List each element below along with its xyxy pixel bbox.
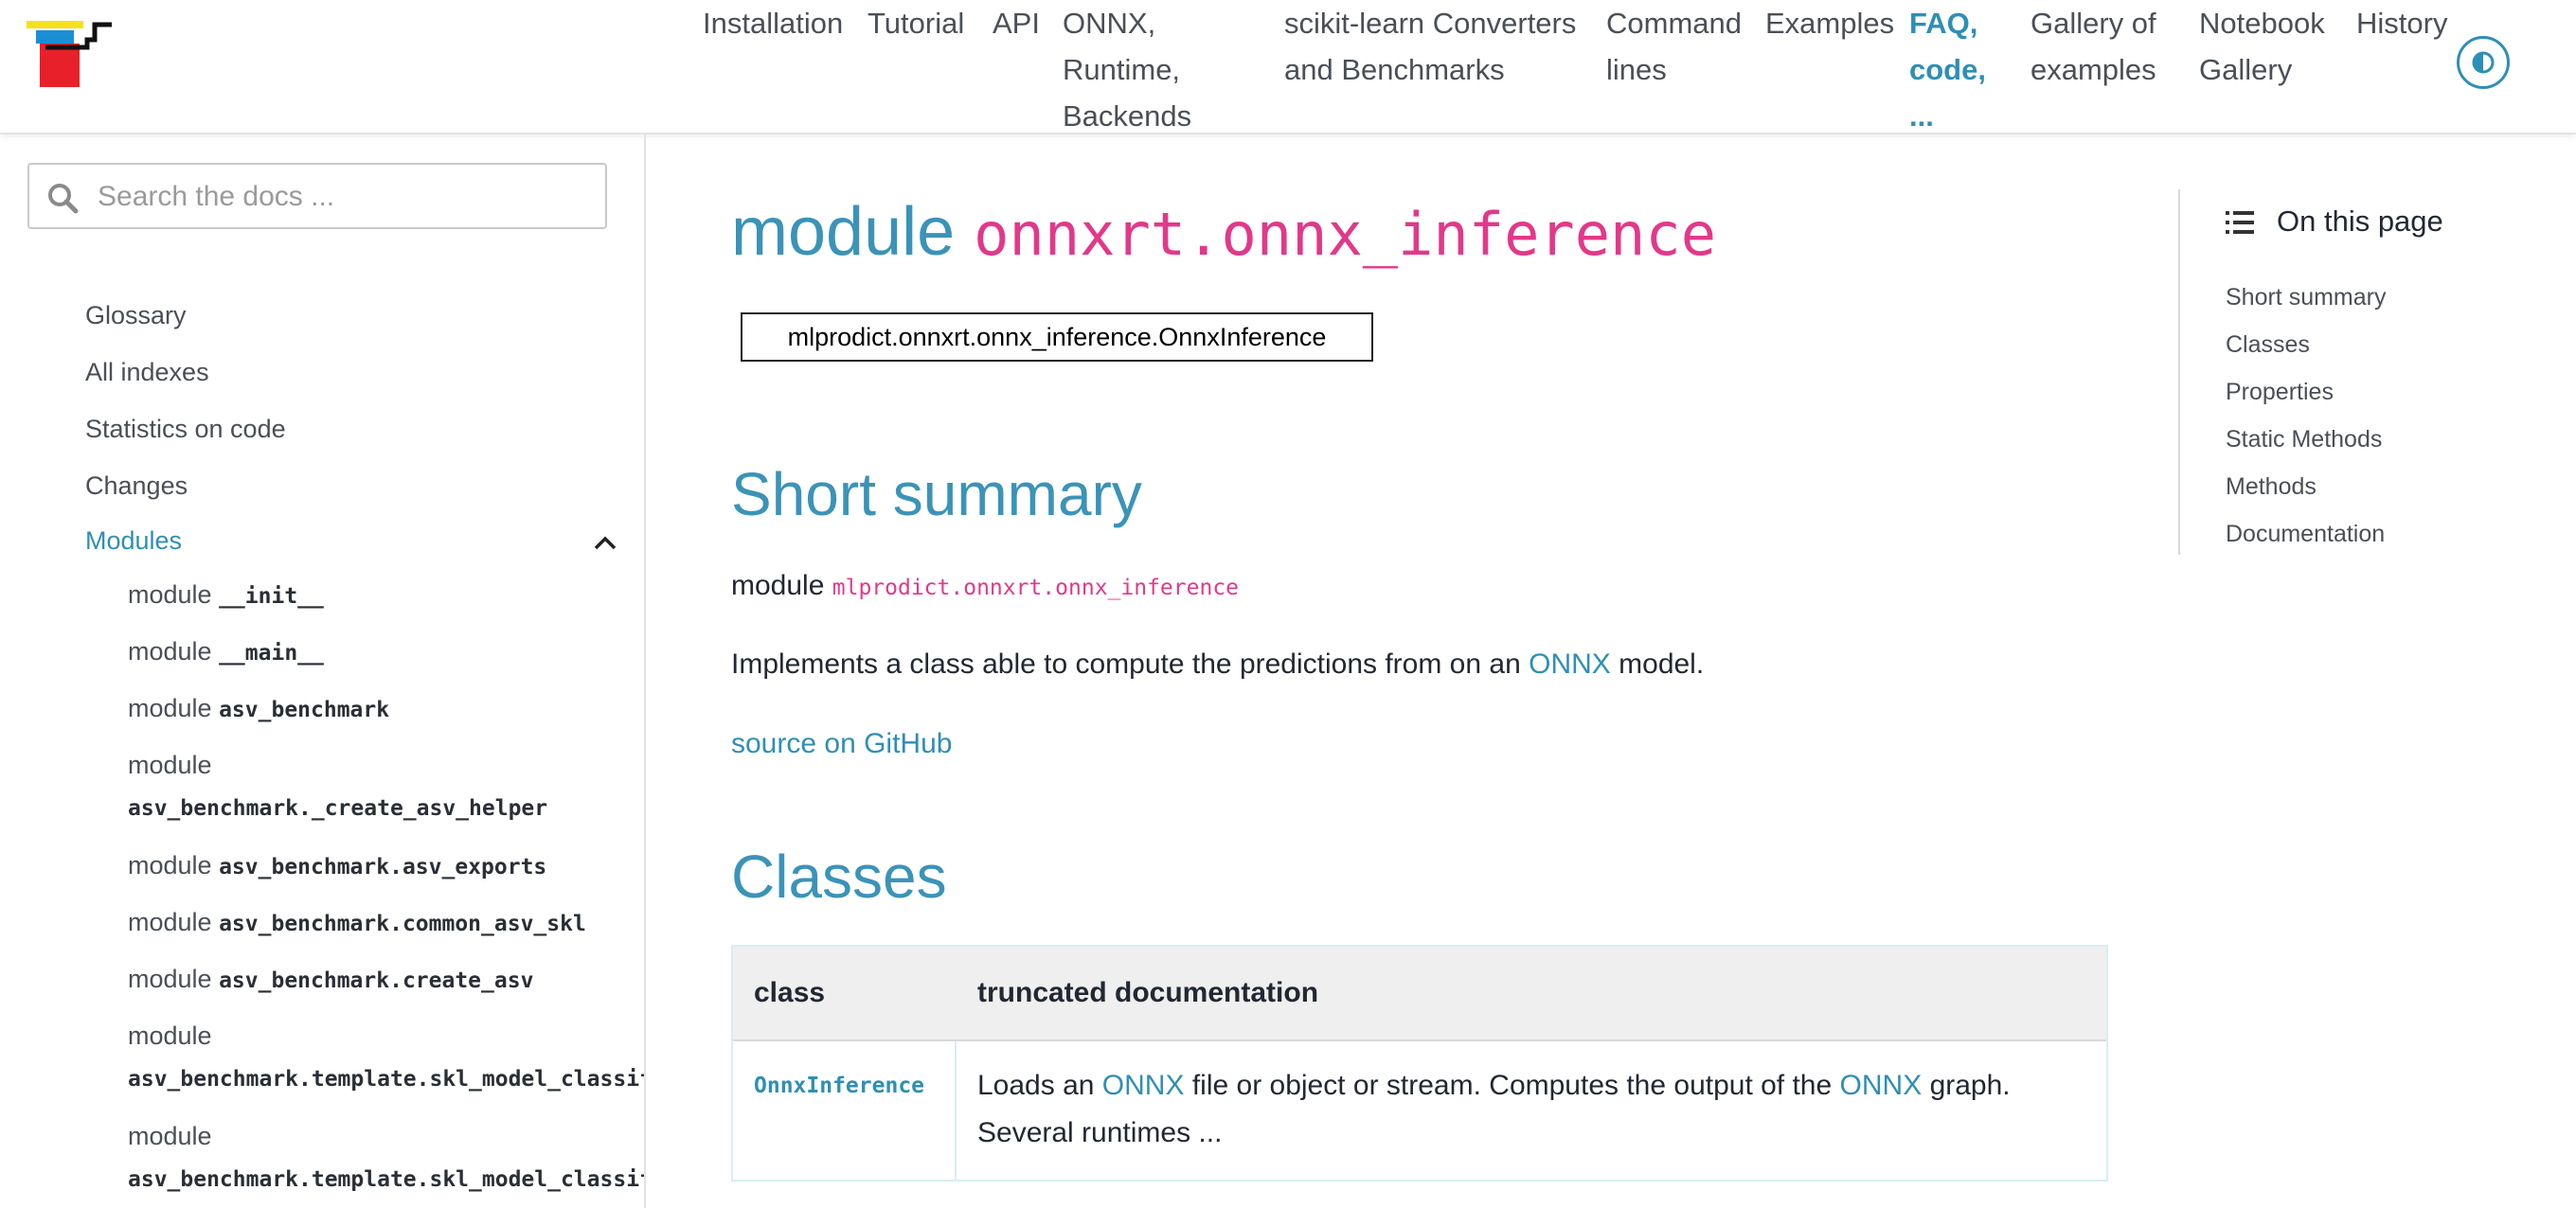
chevron-up-icon[interactable] xyxy=(593,534,617,551)
sidebar-module-item[interactable]: module asv_benchmark.template.skl_model_c… xyxy=(128,1115,644,1200)
sidebar-module-item[interactable]: module __main__ xyxy=(128,631,324,674)
source-on-github-link[interactable]: source on GitHub xyxy=(731,723,952,765)
sidebar-module-item[interactable]: module asv_benchmark.create_asv xyxy=(128,958,533,1002)
toc-item-classes[interactable]: Classes xyxy=(2226,331,2310,359)
classes-table: class truncated documentation OnnxInfere… xyxy=(731,945,2108,1181)
column-header-class: class xyxy=(754,977,826,1008)
nav-faq-code[interactable]: FAQ, code, ... xyxy=(1909,0,1986,139)
nav-history[interactable]: History xyxy=(2356,0,2460,46)
sidebar-module-item[interactable]: module asv_benchmark.template.skl_model_c… xyxy=(128,1015,644,1100)
nav-command-lines[interactable]: Command lines xyxy=(1606,0,1758,93)
toc-item-short-summary[interactable]: Short summary xyxy=(2226,284,2386,311)
nav-sklearn-converters[interactable]: scikit-learn Converters and Benchmarks xyxy=(1284,0,1587,93)
onnx-link[interactable]: ONNX xyxy=(1840,1070,1923,1101)
toc-item-documentation[interactable]: Documentation xyxy=(2226,521,2385,548)
toc-item-methods[interactable]: Methods xyxy=(2226,473,2317,501)
theme-toggle-button[interactable] xyxy=(2457,36,2510,89)
nav-examples[interactable]: Examples xyxy=(1765,0,1898,46)
sidebar-item-changes[interactable]: Changes xyxy=(85,471,188,501)
contrast-icon xyxy=(2472,51,2495,74)
nav-tutorial[interactable]: Tutorial xyxy=(868,0,981,46)
list-icon xyxy=(2226,211,2254,234)
nav-notebook-gallery[interactable]: Notebook Gallery xyxy=(2199,0,2341,93)
onnx-link[interactable]: ONNX xyxy=(1529,648,1611,680)
summary-description: Implements a class able to compute the p… xyxy=(731,648,1705,680)
class-link-onnxinference[interactable]: OnnxInference xyxy=(754,1074,924,1098)
toc-title: On this page xyxy=(2277,204,2443,238)
nav-api[interactable]: API xyxy=(993,0,1049,46)
sidebar-item-modules[interactable]: Modules xyxy=(85,526,182,556)
page-title: module onnxrt.onnx_inference xyxy=(731,194,1717,270)
search-icon xyxy=(48,184,79,214)
sidebar-module-item[interactable]: module asv_benchmark._create_asv_helper xyxy=(128,744,547,829)
summary-module-line: module mlprodict.onnxrt.onnx_inference xyxy=(731,570,1240,601)
site-logo[interactable] xyxy=(27,21,117,89)
onnx-link[interactable]: ONNX xyxy=(1102,1070,1185,1101)
class-description: Loads an ONNX file or object or stream. … xyxy=(977,1070,2011,1148)
column-header-documentation: truncated documentation xyxy=(977,977,1319,1008)
sidebar-module-item[interactable]: module asv_benchmark.common_asv_skl xyxy=(128,901,586,945)
on-this-page-toc: On this page Short summary Classes Prope… xyxy=(2178,189,2559,555)
search-box xyxy=(27,163,607,229)
nav-gallery-of-examples[interactable]: Gallery of examples xyxy=(2030,0,2191,93)
sidebar-item-statistics[interactable]: Statistics on code xyxy=(85,415,286,444)
toc-item-properties[interactable]: Properties xyxy=(2226,379,2334,406)
sidebar-item-glossary[interactable]: Glossary xyxy=(85,301,187,330)
sidebar-item-all-indexes[interactable]: All indexes xyxy=(85,358,209,387)
classes-heading: Classes xyxy=(731,843,947,911)
nav-onnx-runtime[interactable]: ONNX, Runtime, Backends xyxy=(1063,0,1195,139)
main-content: module onnxrt.onnx_inference mlprodict.o… xyxy=(646,134,2161,1208)
table-row: OnnxInference Loads an ONNX file or obje… xyxy=(733,1041,2106,1180)
left-sidebar: Glossary All indexes Statistics on code … xyxy=(0,134,646,1208)
table-header: class truncated documentation xyxy=(733,947,2106,1041)
toc-item-static-methods[interactable]: Static Methods xyxy=(2226,426,2382,453)
short-summary-heading: Short summary xyxy=(731,460,1142,528)
sidebar-module-item[interactable]: module __init__ xyxy=(128,574,324,617)
nav-installation[interactable]: Installation xyxy=(703,0,854,46)
class-diagram-box: mlprodict.onnxrt.onnx_inference.OnnxInfe… xyxy=(741,312,1373,362)
column-divider xyxy=(955,1041,957,1180)
top-navbar: Installation Tutorial API ONNX, Runtime,… xyxy=(0,0,2576,134)
sidebar-module-item[interactable]: module asv_benchmark xyxy=(128,687,389,731)
search-input[interactable] xyxy=(96,172,592,222)
sidebar-module-item[interactable]: module asv_benchmark.asv_exports xyxy=(128,844,546,888)
